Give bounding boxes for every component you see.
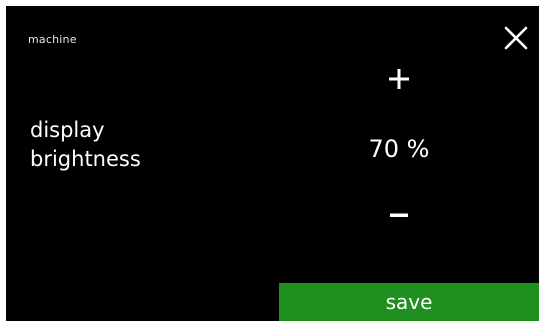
setting-label-line1: display (30, 118, 105, 142)
close-icon (504, 26, 528, 50)
setting-label-line2: brightness (30, 147, 141, 171)
brightness-value: 70 % (368, 135, 430, 163)
setting-label: display brightness (30, 116, 230, 174)
close-button[interactable] (500, 22, 532, 54)
increase-button[interactable] (379, 59, 419, 99)
breadcrumb: machine (28, 33, 77, 46)
save-button[interactable]: save (279, 283, 539, 321)
minus-icon (390, 213, 408, 217)
decrease-button[interactable] (379, 195, 419, 235)
machine-display-screen: machine display brightness 70 % save (6, 6, 539, 321)
plus-icon (389, 69, 409, 89)
